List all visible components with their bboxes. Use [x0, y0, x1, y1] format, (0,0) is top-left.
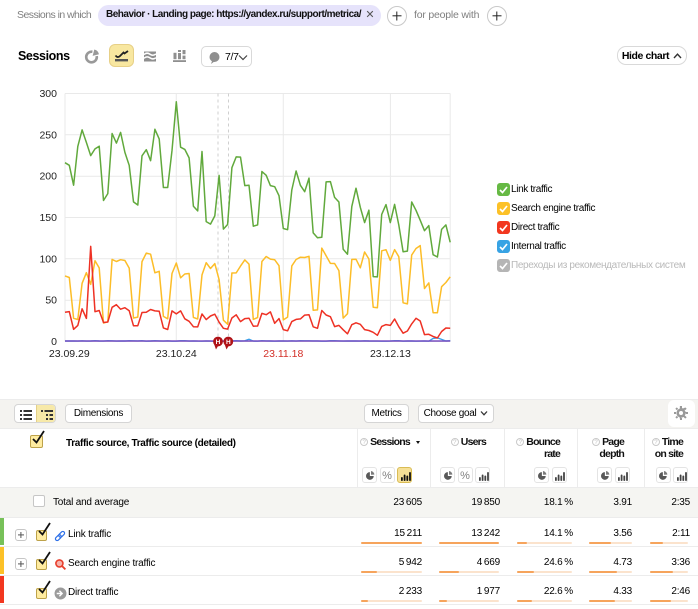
svg-text:23.09.29: 23.09.29 — [49, 348, 90, 360]
svg-text:23.10.24: 23.10.24 — [156, 348, 197, 360]
svg-text:150: 150 — [39, 212, 57, 224]
svg-text:100: 100 — [39, 253, 57, 265]
svg-text:Н: Н — [216, 339, 221, 346]
svg-text:23.12.13: 23.12.13 — [370, 348, 411, 360]
svg-text:250: 250 — [39, 129, 57, 141]
svg-text:23.11.18: 23.11.18 — [263, 348, 303, 360]
svg-text:Н: Н — [226, 339, 231, 346]
svg-text:0: 0 — [51, 336, 57, 348]
svg-text:200: 200 — [39, 171, 57, 183]
svg-text:50: 50 — [45, 295, 57, 307]
svg-text:300: 300 — [39, 88, 57, 100]
